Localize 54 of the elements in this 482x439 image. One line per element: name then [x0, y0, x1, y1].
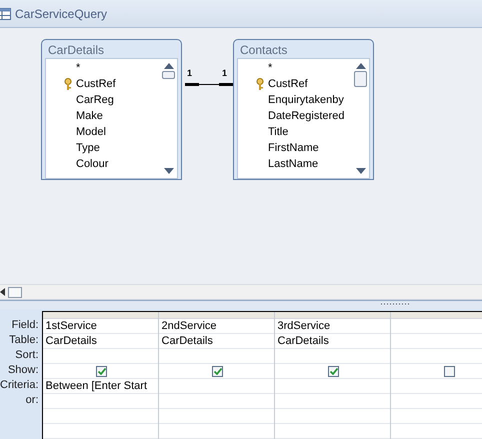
column-selector[interactable]	[390, 312, 482, 319]
field-name[interactable]: Make	[76, 110, 103, 122]
field-name[interactable]: *	[76, 62, 80, 74]
table-title: CarDetails	[47, 42, 106, 58]
column-selector[interactable]	[158, 312, 274, 319]
field-name[interactable]: LastName	[268, 158, 318, 170]
row-label: Criteria:	[0, 378, 40, 393]
scroll-up-icon[interactable]	[356, 63, 366, 69]
field-name[interactable]: CarReg	[76, 94, 114, 106]
table-cell[interactable]: CarDetails	[158, 334, 274, 349]
field-name[interactable]: DateRegistered	[268, 110, 344, 122]
field-name[interactable]: FirstName	[268, 142, 319, 154]
scroll-thumb[interactable]	[162, 71, 175, 79]
show-checkbox[interactable]	[212, 366, 224, 376]
row-label: Sort:	[14, 348, 40, 363]
field-name[interactable]: Model	[76, 126, 106, 138]
table-window[interactable]: CarDetails * CustRef CarReg Make Model Type Colour	[41, 39, 182, 180]
query-icon	[0, 8, 11, 20]
relationship-label: 1	[187, 68, 192, 78]
field-cell[interactable]: 2ndService	[158, 319, 274, 334]
table-cell[interactable]: CarDetails	[274, 334, 390, 349]
field-cell[interactable]: 3rdService	[274, 319, 390, 334]
show-checkbox[interactable]	[444, 366, 456, 376]
table-cell[interactable]: CarDetails	[42, 334, 158, 349]
column-selector[interactable]	[42, 312, 158, 319]
row-label: Field:	[10, 318, 40, 333]
field-name[interactable]: Title	[268, 126, 288, 138]
scroll-thumb[interactable]	[354, 71, 367, 87]
show-checkbox[interactable]	[328, 366, 340, 376]
splitter-grip[interactable]	[380, 301, 412, 307]
criteria-cell[interactable]: Between [Enter Start	[42, 379, 158, 394]
table-window[interactable]: Contacts * CustRef Enquirytakenby DateRegistered Title FirstName LastName	[233, 39, 374, 180]
column-selector[interactable]	[274, 312, 390, 319]
field-name[interactable]: CustRef	[76, 78, 116, 90]
field-cell[interactable]: 1stService	[42, 319, 158, 334]
field-name[interactable]: Enquirytakenby	[268, 94, 344, 106]
scroll-down-icon[interactable]	[356, 168, 366, 174]
field-name[interactable]: *	[268, 62, 272, 74]
horizontal-scrollbar[interactable]	[0, 284, 482, 300]
show-checkbox[interactable]	[96, 366, 108, 376]
field-name[interactable]: CustRef	[268, 78, 308, 90]
field-name[interactable]: Type	[76, 142, 100, 154]
scroll-down-icon[interactable]	[164, 168, 174, 174]
row-label: Show:	[6, 363, 40, 378]
scroll-up-icon[interactable]	[164, 63, 174, 69]
relationship-line	[185, 83, 233, 86]
field-name[interactable]: Colour	[76, 158, 108, 170]
table-title: Contacts	[239, 42, 288, 58]
scroll-thumb[interactable]	[8, 286, 22, 298]
row-label: Table:	[8, 333, 40, 348]
row-label: or:	[24, 393, 40, 408]
scroll-left-icon[interactable]	[0, 288, 5, 296]
window-title: CarServiceQuery	[15, 6, 108, 20]
relationship-label: 1	[222, 68, 228, 78]
